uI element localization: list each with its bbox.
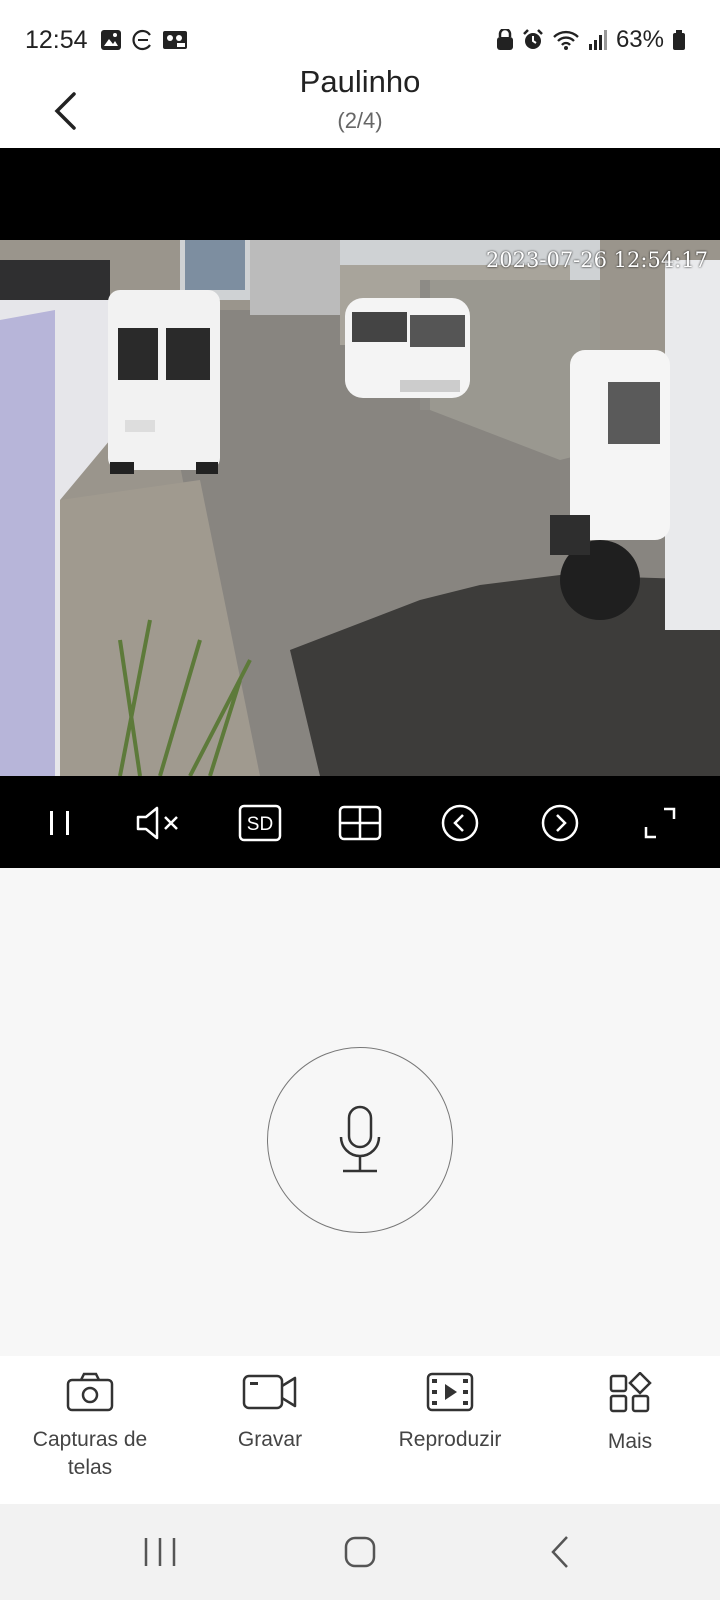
voicemail-icon (163, 31, 187, 49)
mute-button[interactable] (130, 793, 190, 853)
video-timestamp: 2023-07-26 12:54:17 (485, 248, 708, 272)
wifi-icon (553, 30, 579, 50)
recents-button[interactable] (120, 1522, 200, 1582)
alarm-icon (523, 29, 543, 49)
status-right: 63% (496, 26, 686, 54)
header: Paulinho (2/4) (0, 60, 720, 148)
apps-grid-icon (609, 1372, 652, 1413)
sync-icon (132, 29, 151, 51)
gallery-icon (101, 30, 121, 50)
record-button[interactable]: Gravar (180, 1356, 360, 1504)
playback-button[interactable]: Reproduzir (360, 1356, 540, 1504)
talk-button[interactable] (267, 1047, 453, 1233)
next-camera-icon (541, 804, 579, 842)
film-play-icon (426, 1372, 474, 1412)
mute-icon (136, 806, 178, 840)
microphone-icon (339, 1105, 381, 1173)
next-camera-button[interactable] (530, 793, 590, 853)
playback-label: Reproduzir (398, 1428, 502, 1451)
camera-icon (66, 1372, 114, 1412)
page-title: Paulinho (299, 64, 421, 99)
grid-layout-button[interactable] (330, 793, 390, 853)
sd-icon: SD (238, 804, 282, 842)
back-icon (551, 1536, 568, 1568)
signal-icon (588, 30, 607, 50)
camera-feed[interactable]: 2023-07-26 12:54:17 (0, 240, 720, 776)
battery-percent: 63% (615, 26, 664, 53)
lock-icon (496, 29, 513, 50)
fullscreen-icon (644, 807, 676, 839)
video-player[interactable]: 2023-07-26 12:54:17 SD (0, 148, 720, 868)
screenshots-button[interactable]: Capturas de telas (0, 1356, 180, 1504)
home-icon (344, 1536, 376, 1568)
record-label: Gravar (237, 1428, 303, 1451)
bottom-toolbar: Capturas de telas Gravar Reproduzir Mais (0, 1356, 720, 1504)
status-left-icons (100, 29, 188, 51)
home-button[interactable] (320, 1522, 400, 1582)
more-button[interactable]: Mais (540, 1356, 720, 1504)
sd-label: SD (247, 814, 273, 835)
screenshots-label: Capturas de telas (32, 1428, 148, 1479)
talk-area (0, 868, 720, 1356)
video-camera-icon (242, 1374, 297, 1410)
video-controls: SD (0, 778, 720, 868)
previous-camera-button[interactable] (430, 793, 490, 853)
grid-layout-icon (338, 805, 382, 841)
status-time: 12:54 (25, 26, 88, 54)
battery-icon (673, 30, 685, 50)
previous-camera-icon (441, 804, 479, 842)
pause-icon (50, 811, 69, 835)
system-nav-bar (0, 1504, 720, 1600)
more-label: Mais (607, 1430, 653, 1453)
sd-quality-button[interactable]: SD (230, 793, 290, 853)
pause-button[interactable] (30, 793, 90, 853)
fullscreen-button[interactable] (630, 793, 690, 853)
system-back-button[interactable] (520, 1522, 600, 1582)
camera-counter: (2/4) (337, 108, 383, 133)
camera-scene-image (0, 240, 720, 776)
recents-icon (144, 1538, 176, 1566)
